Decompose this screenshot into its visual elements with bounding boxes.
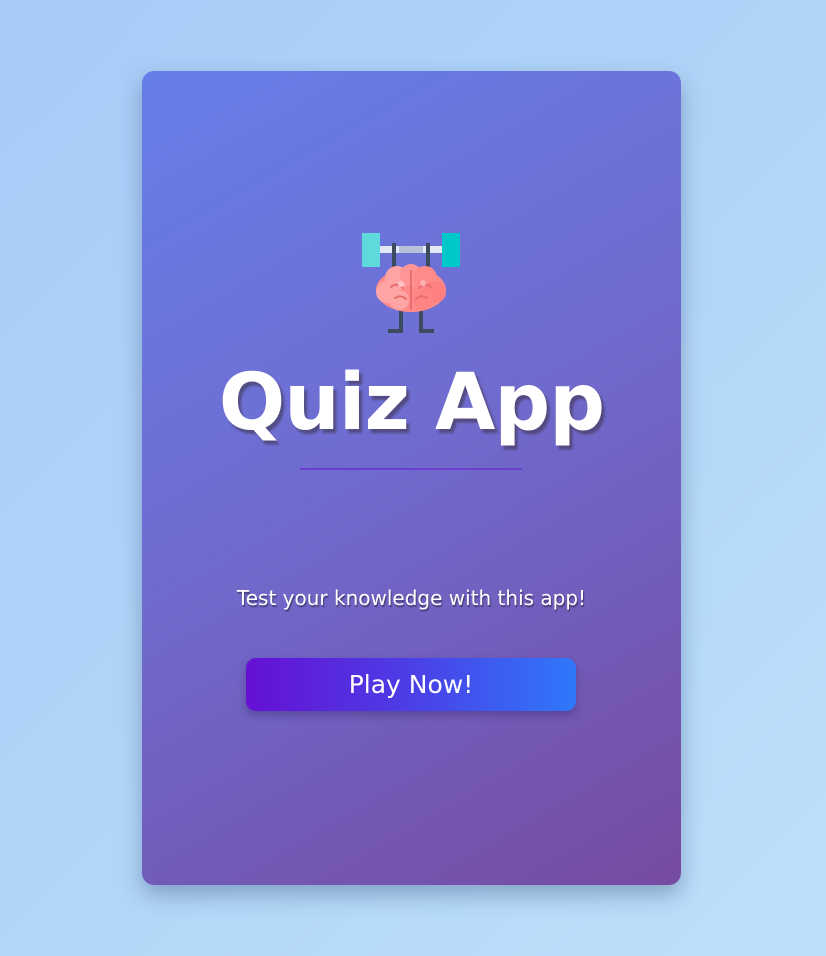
quiz-card: Quiz App Test your knowledge with this a… xyxy=(142,71,681,885)
brain-lifting-barbell-icon xyxy=(362,233,460,333)
play-now-button[interactable]: Play Now! xyxy=(246,658,576,711)
app-title: Quiz App xyxy=(218,358,605,448)
tagline: Test your knowledge with this app! xyxy=(236,586,587,610)
title-divider xyxy=(300,468,522,470)
